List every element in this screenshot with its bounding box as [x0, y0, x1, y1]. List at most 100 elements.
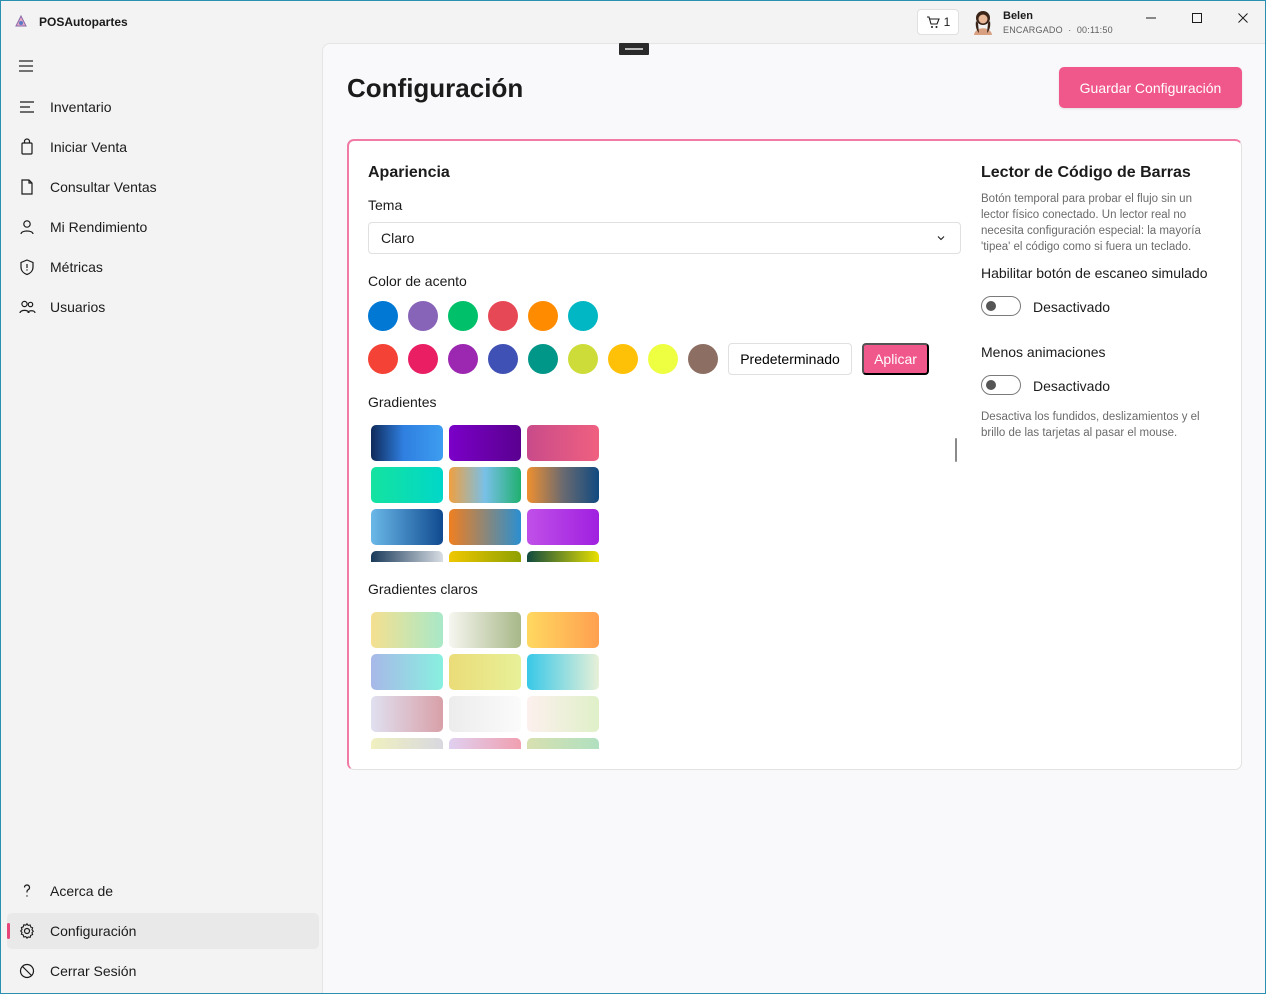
accent-color-swatch[interactable] [488, 301, 518, 331]
light-gradient-swatch[interactable] [527, 654, 599, 690]
light-gradient-swatch[interactable] [527, 696, 599, 732]
user-name: Belen [1003, 10, 1033, 22]
sidebar-item-label: Cerrar Sesión [50, 963, 137, 979]
sidebar-item-acerca-de[interactable]: Acerca de [7, 873, 319, 909]
gradient-swatch[interactable] [449, 467, 521, 503]
light-gradient-swatch[interactable] [371, 654, 443, 690]
gradient-swatch[interactable] [371, 425, 443, 461]
accent-color-swatch[interactable] [448, 301, 478, 331]
gradient-swatch[interactable] [527, 551, 599, 562]
gradients-grid [368, 423, 608, 562]
gradient-swatch[interactable] [449, 425, 521, 461]
user-meta: ENCARGADO · 00:11:50 [1003, 25, 1113, 35]
sidebar-item-label: Mi Rendimiento [50, 219, 148, 235]
default-accent-button[interactable]: Predeterminado [728, 343, 852, 375]
accent-color-swatch[interactable] [528, 344, 558, 374]
shield-icon [20, 259, 34, 276]
sidebar-item-label: Usuarios [50, 299, 106, 315]
appearance-title: Apariencia [368, 164, 450, 181]
accent-color-swatch[interactable] [368, 344, 398, 374]
reduce-motion-description: Desactiva los fundidos, deslizamientos y… [981, 411, 1200, 439]
cart-button[interactable]: 1 [917, 9, 959, 35]
title-bar: POSAutopartes 1 Belen ENCARGADO · 00:11:… [1, 1, 1265, 43]
light-gradient-swatch[interactable] [449, 654, 521, 690]
user-role: ENCARGADO [1003, 25, 1063, 35]
minimize-icon [1146, 17, 1156, 19]
light-gradient-swatch[interactable] [371, 612, 443, 648]
apply-accent-button[interactable]: Aplicar [862, 343, 929, 375]
scrollbar-indicator[interactable] [955, 438, 957, 462]
barcode-title: Lector de Código de Barras [981, 164, 1191, 181]
chevron-down-icon [937, 236, 945, 241]
sidebar-item-label: Iniciar Venta [50, 139, 128, 155]
theme-select[interactable]: Claro [368, 222, 961, 254]
user-separator: · [1068, 25, 1072, 35]
app-logo-icon [15, 14, 27, 27]
reduce-motion-label: Menos animaciones [981, 344, 1106, 360]
document-icon [21, 179, 33, 195]
sidebar-item-mi-rendimiento[interactable]: Mi Rendimiento [7, 209, 319, 245]
light-gradient-swatch[interactable] [449, 738, 521, 749]
accent-color-swatch[interactable] [368, 301, 398, 331]
accent-color-swatch[interactable] [408, 344, 438, 374]
light-gradient-swatch[interactable] [371, 696, 443, 732]
accent-color-swatch[interactable] [568, 301, 598, 331]
sidebar-item-consultar-ventas[interactable]: Consultar Ventas [7, 169, 319, 205]
sidebar-item-configuracion[interactable]: Configuración [7, 913, 319, 949]
reduce-motion-state: Desactivado [1033, 378, 1111, 394]
accent-color-swatch[interactable] [528, 301, 558, 331]
simulate-scan-toggle[interactable] [981, 296, 1021, 316]
minimize-button[interactable] [1136, 7, 1166, 29]
gradient-swatch[interactable] [371, 551, 443, 562]
light-gradient-swatch[interactable] [449, 696, 521, 732]
cart-icon [926, 15, 940, 28]
theme-label: Tema [368, 197, 403, 213]
accent-color-swatch[interactable] [608, 344, 638, 374]
accent-color-swatch[interactable] [488, 344, 518, 374]
accent-color-label: Color de acento [368, 273, 467, 289]
gradient-swatch[interactable] [527, 425, 599, 461]
reduce-motion-toggle[interactable] [981, 375, 1021, 395]
gradient-swatch[interactable] [449, 551, 521, 562]
light-gradient-swatch[interactable] [449, 612, 521, 648]
maximize-icon [1192, 13, 1202, 23]
sidebar-item-label: Inventario [50, 99, 112, 115]
sidebar-item-iniciar-venta[interactable]: Iniciar Venta [7, 129, 319, 165]
app-title: POSAutopartes [39, 15, 128, 29]
gradient-swatch[interactable] [371, 509, 443, 545]
sidebar-item-inventario[interactable]: Inventario [7, 89, 319, 125]
accent-color-swatch[interactable] [648, 344, 678, 374]
light-gradients-grid [368, 610, 608, 749]
avatar[interactable] [971, 9, 995, 35]
accent-color-swatch[interactable] [688, 344, 718, 374]
gradient-swatch[interactable] [371, 467, 443, 503]
sidebar-item-cerrar-sesion[interactable]: Cerrar Sesión [7, 953, 319, 989]
save-configuration-button[interactable]: Guardar Configuración [1059, 67, 1242, 108]
maximize-button[interactable] [1182, 7, 1212, 29]
light-gradients-label: Gradientes claros [368, 581, 478, 597]
question-icon [23, 884, 31, 897]
page-title: Configuración [347, 73, 524, 103]
accent-color-swatch[interactable] [448, 344, 478, 374]
gradient-swatch[interactable] [527, 467, 599, 503]
sidebar-item-usuarios[interactable]: Usuarios [7, 289, 319, 325]
gear-icon [19, 922, 35, 940]
close-icon [1238, 13, 1248, 23]
sidebar-item-label: Acerca de [50, 883, 114, 899]
barcode-description: Botón temporal para probar el flujo sin … [981, 193, 1201, 253]
sidebar-item-label: Consultar Ventas [50, 179, 157, 195]
theme-select-value: Claro [381, 230, 415, 246]
light-gradient-swatch[interactable] [527, 738, 599, 749]
close-button[interactable] [1228, 7, 1258, 29]
sidebar-item-metricas[interactable]: Métricas [7, 249, 319, 285]
person-icon [20, 220, 34, 235]
light-gradient-swatch[interactable] [527, 612, 599, 648]
shopping-bag-icon [21, 138, 33, 155]
hamburger-menu-icon[interactable] [15, 57, 37, 75]
drag-handle[interactable] [619, 43, 649, 55]
accent-color-swatch[interactable] [408, 301, 438, 331]
gradient-swatch[interactable] [449, 509, 521, 545]
light-gradient-swatch[interactable] [371, 738, 443, 749]
accent-color-swatch[interactable] [568, 344, 598, 374]
gradient-swatch[interactable] [527, 509, 599, 545]
